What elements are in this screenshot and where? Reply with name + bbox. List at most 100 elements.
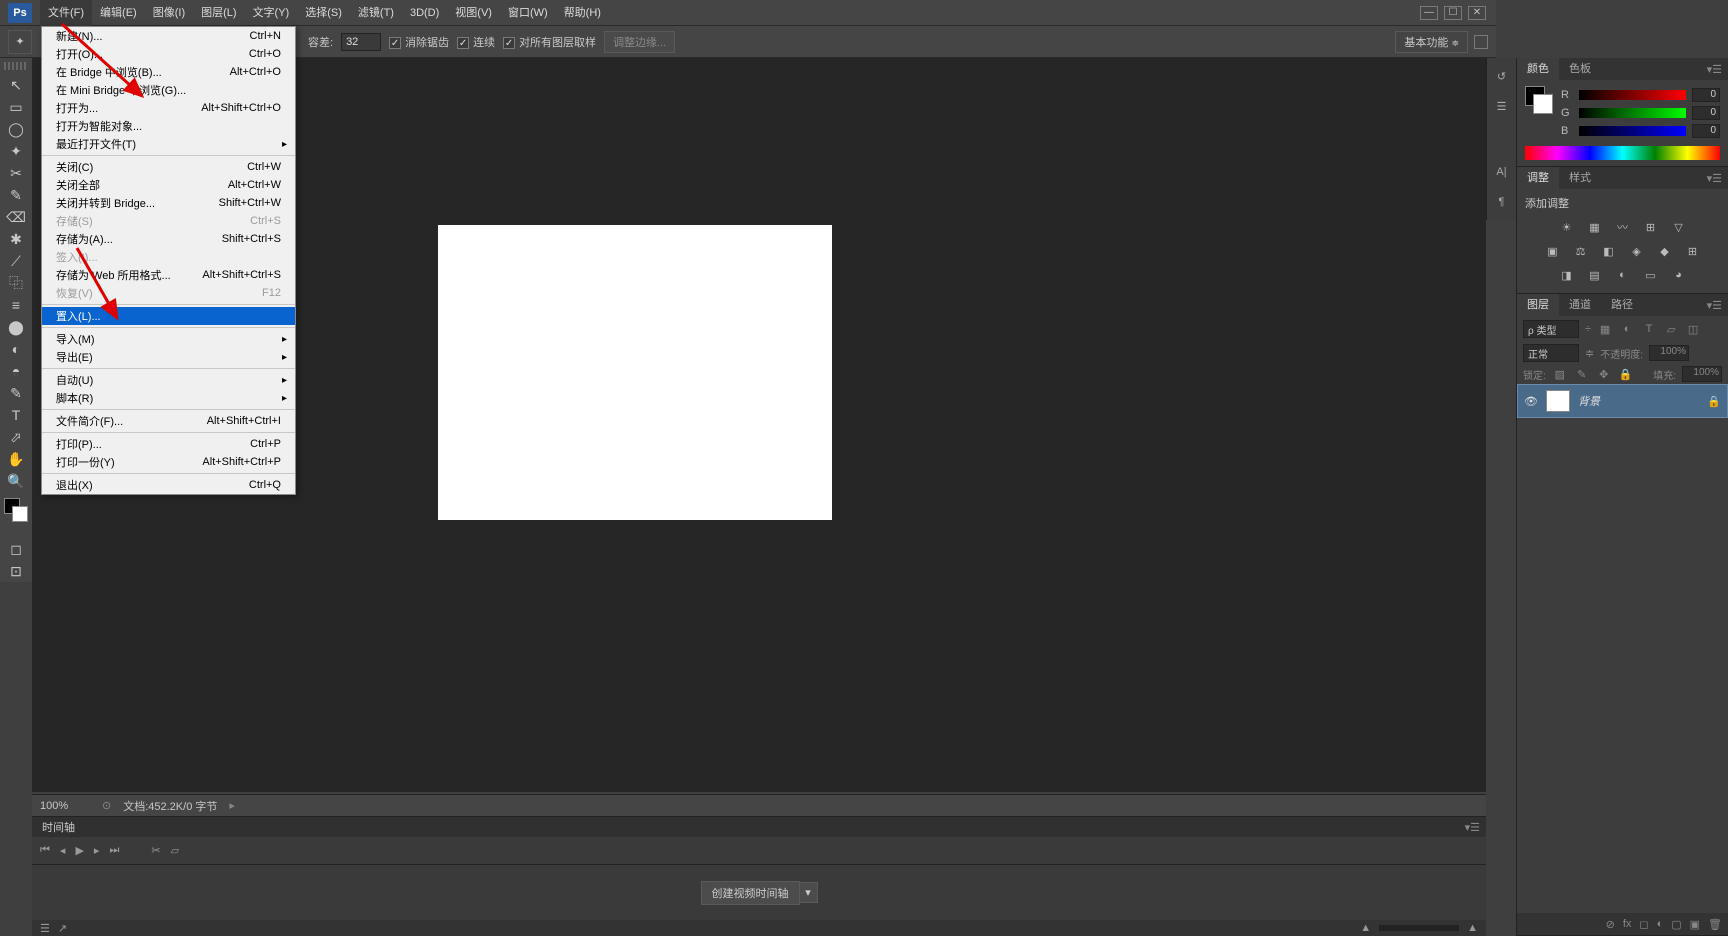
tool-17[interactable]: ✋ xyxy=(4,449,28,469)
bw-icon[interactable]: ◧ xyxy=(1600,243,1618,259)
tab-channels[interactable]: 通道 xyxy=(1559,294,1601,316)
create-timeline-dropdown[interactable]: ▾ xyxy=(800,882,818,903)
tool-10[interactable]: ≡ xyxy=(4,295,28,315)
file-menu-item[interactable]: 打印一份(Y)Alt+Shift+Ctrl+P xyxy=(42,453,295,471)
selective-icon[interactable]: ◕ xyxy=(1670,267,1688,283)
menu-edit[interactable]: 编辑(E) xyxy=(92,0,145,26)
close-button[interactable]: ✕ xyxy=(1468,6,1486,20)
tab-timeline[interactable]: 时间轴 xyxy=(32,819,85,835)
visibility-icon[interactable]: 👁 xyxy=(1524,395,1538,408)
quick-mask-icon[interactable]: ◻ xyxy=(4,539,28,559)
cut-icon[interactable]: ✂ xyxy=(151,844,160,857)
file-menu-item[interactable]: 关闭(C)Ctrl+W xyxy=(42,158,295,176)
file-menu-item[interactable]: 脚本(R) xyxy=(42,389,295,407)
toolbox-bg-swatch[interactable] xyxy=(12,506,28,522)
next-frame-icon[interactable]: ▸ xyxy=(94,844,100,857)
brightness-icon[interactable]: ☀ xyxy=(1558,219,1576,235)
tool-16[interactable]: ⬀ xyxy=(4,427,28,447)
prev-frame-icon[interactable]: ◂ xyxy=(60,844,66,857)
tab-swatches[interactable]: 色板 xyxy=(1559,58,1601,80)
tab-styles[interactable]: 样式 xyxy=(1559,167,1601,189)
menu-view[interactable]: 视图(V) xyxy=(447,0,500,26)
workspace-switcher[interactable]: 基本功能 ≑ xyxy=(1395,31,1468,53)
zoom-in-icon[interactable]: ▲ xyxy=(1467,922,1478,934)
layer-thumbnail[interactable] xyxy=(1546,390,1570,412)
file-menu-item[interactable]: 打开为...Alt+Shift+Ctrl+O xyxy=(42,99,295,117)
tool-13[interactable]: ◓ xyxy=(4,361,28,381)
bg-color-swatch[interactable] xyxy=(1533,94,1553,114)
vibrance-icon[interactable]: ▽ xyxy=(1670,219,1688,235)
layer-filter-type[interactable]: ρ 类型 xyxy=(1523,320,1579,338)
filter-adjust-icon[interactable]: ◐ xyxy=(1619,321,1635,337)
tool-12[interactable]: ◐ xyxy=(4,339,28,359)
file-menu-item[interactable]: 新建(N)...Ctrl+N xyxy=(42,27,295,45)
tool-18[interactable]: 🔍 xyxy=(4,471,28,491)
timeline-options-icon[interactable]: ☰ xyxy=(40,922,50,935)
fill-input[interactable]: 100% xyxy=(1682,366,1722,382)
tool-15[interactable]: T xyxy=(4,405,28,425)
screen-mode-icon[interactable]: ⊡ xyxy=(4,561,28,581)
tool-11[interactable]: ⬤ xyxy=(4,317,28,337)
toolbox-grip[interactable] xyxy=(4,62,28,70)
g-slider[interactable] xyxy=(1579,108,1686,118)
layer-mask-icon[interactable]: ◻ xyxy=(1639,918,1648,931)
refine-edge-button[interactable]: 调整边缘... xyxy=(604,31,675,53)
file-menu-item[interactable]: 存储为(A)...Shift+Ctrl+S xyxy=(42,230,295,248)
gradient-map-icon[interactable]: ▭ xyxy=(1642,267,1660,283)
tolerance-input[interactable] xyxy=(341,33,381,51)
tool-0[interactable]: ↖ xyxy=(4,75,28,95)
blend-mode-select[interactable]: 正常 xyxy=(1523,344,1579,362)
tab-adjustments[interactable]: 调整 xyxy=(1517,167,1559,189)
file-menu-item[interactable]: 导入(M) xyxy=(42,330,295,348)
lock-transparent-icon[interactable]: ▨ xyxy=(1552,366,1568,382)
g-value[interactable]: 0 xyxy=(1692,106,1720,120)
file-menu-item[interactable]: 打开为智能对象... xyxy=(42,117,295,135)
tool-8[interactable]: ⟋ xyxy=(4,251,28,271)
hue-icon[interactable]: ▣ xyxy=(1544,243,1562,259)
layer-style-icon[interactable]: fx xyxy=(1623,918,1632,930)
menu-window[interactable]: 窗口(W) xyxy=(500,0,556,26)
menu-type[interactable]: 文字(Y) xyxy=(245,0,298,26)
levels-icon[interactable]: ▦ xyxy=(1586,219,1604,235)
delete-layer-icon[interactable]: 🗑 xyxy=(1708,918,1722,931)
tool-14[interactable]: ✎ xyxy=(4,383,28,403)
filter-type-icon[interactable]: T xyxy=(1641,321,1657,337)
lock-pixels-icon[interactable]: ✎ xyxy=(1574,366,1590,382)
filter-shape-icon[interactable]: ▱ xyxy=(1663,321,1679,337)
mixer-icon[interactable]: ◆ xyxy=(1656,243,1674,259)
file-menu-item[interactable]: 存储为 Web 所用格式...Alt+Shift+Ctrl+S xyxy=(42,266,295,284)
layers-panel-menu[interactable]: ▾☰ xyxy=(1701,299,1728,312)
new-layer-icon[interactable]: ▣ xyxy=(1690,918,1700,931)
file-menu-item[interactable]: 最近打开文件(T) xyxy=(42,135,295,153)
tab-paths[interactable]: 路径 xyxy=(1601,294,1643,316)
layer-name[interactable]: 背景 xyxy=(1578,393,1699,409)
create-video-timeline-button[interactable]: 创建视频时间轴 xyxy=(701,881,800,905)
paragraph-icon[interactable]: ¶ xyxy=(1490,190,1514,214)
zoom-out-icon[interactable]: ▲ xyxy=(1360,922,1371,934)
current-tool-icon[interactable]: ✦ xyxy=(8,30,32,54)
menu-file[interactable]: 文件(F) xyxy=(40,0,92,26)
file-menu-item[interactable]: 打印(P)...Ctrl+P xyxy=(42,435,295,453)
properties-icon[interactable]: ☰ xyxy=(1490,94,1514,118)
history-icon[interactable]: ↺ xyxy=(1490,64,1514,88)
tool-3[interactable]: ✦ xyxy=(4,141,28,161)
new-group-icon[interactable]: ▢ xyxy=(1671,918,1681,931)
menu-help[interactable]: 帮助(H) xyxy=(556,0,609,26)
link-layers-icon[interactable]: ⊘ xyxy=(1606,918,1615,931)
exposure-icon[interactable]: ⊞ xyxy=(1642,219,1660,235)
document-canvas[interactable] xyxy=(438,225,832,520)
transition-icon[interactable]: ▱ xyxy=(171,844,179,857)
last-frame-icon[interactable]: ⏭ xyxy=(109,844,119,857)
menu-select[interactable]: 选择(S) xyxy=(297,0,350,26)
layer-item[interactable]: 👁 背景 🔒 xyxy=(1517,384,1728,418)
tool-2[interactable]: ◯ xyxy=(4,119,28,139)
file-menu-item[interactable]: 在 Mini Bridge 中浏览(G)... xyxy=(42,81,295,99)
color-panel-menu[interactable]: ▾☰ xyxy=(1701,63,1728,76)
adjustments-panel-menu[interactable]: ▾☰ xyxy=(1701,172,1728,185)
lock-all-icon[interactable]: 🔒 xyxy=(1618,366,1634,382)
file-menu-item[interactable]: 导出(E) xyxy=(42,348,295,366)
file-menu-item[interactable]: 打开(O)...Ctrl+O xyxy=(42,45,295,63)
lock-position-icon[interactable]: ✥ xyxy=(1596,366,1612,382)
filter-smart-icon[interactable]: ◫ xyxy=(1685,321,1701,337)
document-info[interactable]: 文档:452.2K/0 字节 xyxy=(123,798,217,814)
